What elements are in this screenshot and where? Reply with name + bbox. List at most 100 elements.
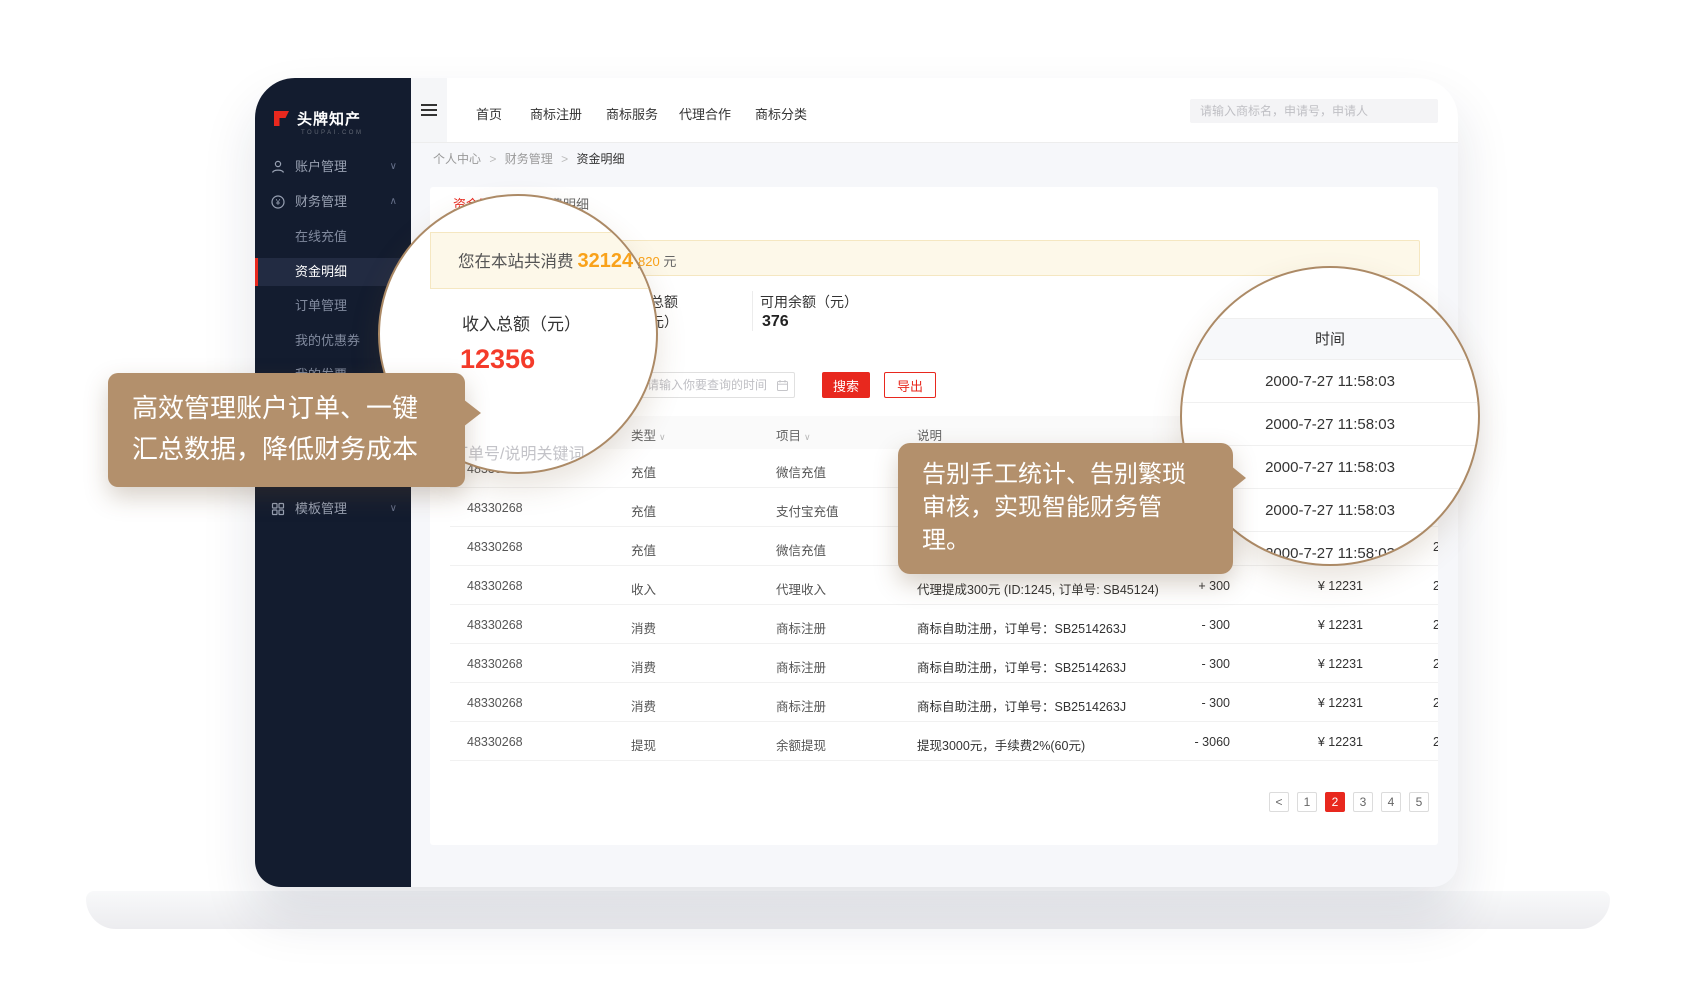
cell-type: 充值 — [631, 462, 656, 481]
logo-title: 头牌知产 — [297, 108, 361, 129]
sort-caret-icon: ∨ — [659, 432, 666, 442]
cell-type: 充值 — [631, 540, 656, 559]
magnified-time-header: 时间 — [1182, 318, 1478, 360]
cell-project: 商标注册 — [776, 696, 826, 715]
cell-type: 充值 — [631, 501, 656, 520]
logo: 头牌知产 — [271, 108, 361, 129]
cell-amount: + 300 — [1110, 579, 1230, 593]
cell-time: 2000-7-27 11:58:03 — [1433, 618, 1438, 632]
page-button[interactable]: 4 — [1381, 792, 1401, 812]
cell-order: 48330268 — [467, 657, 523, 671]
table-row: 48330268 消费 商标注册 商标自助注册，订单号：SB2514263J -… — [430, 683, 1438, 722]
magnified-time-cell: 2000-7-27 11:58:03 — [1182, 360, 1478, 403]
nav-item-tm-service[interactable]: 商标服务 — [606, 104, 658, 123]
sidebar-item-account[interactable]: 账户管理 ∨ — [255, 153, 411, 181]
cell-time: 2000-7-27 11:58:03 — [1433, 735, 1438, 749]
cell-desc: 商标自助注册，订单号：SB2514263J — [917, 618, 1126, 637]
table-row: 48330268 提现 余额提现 提现3000元，手续费2%(60元) - 30… — [430, 722, 1438, 761]
table-row: 48330268 消费 商标注册 商标自助注册，订单号：SB2514263J -… — [430, 644, 1438, 683]
cell-balance: ¥ 12231 — [1243, 735, 1363, 749]
cell-balance: ¥ 12231 — [1243, 696, 1363, 710]
cell-desc: 商标自助注册，订单号：SB2514263J — [917, 696, 1126, 715]
cell-project: 余额提现 — [776, 735, 826, 754]
cell-type: 消费 — [631, 696, 656, 715]
cell-order: 48330268 — [467, 735, 523, 749]
cell-amount: - 300 — [1110, 696, 1230, 710]
th-type[interactable]: 类型∨ — [631, 425, 666, 444]
cell-project: 商标注册 — [776, 657, 826, 676]
nav-item-agency[interactable]: 代理合作 — [679, 104, 731, 123]
callout-right: 告别手工统计、告别繁琐 审核，实现智能财务管 理。 — [898, 443, 1233, 574]
magnified-consumption-amount: 32124 — [578, 250, 634, 272]
income-value: 12356 — [460, 344, 535, 375]
magnified-keyword-placeholder: 订单号/说明关键词 — [452, 440, 584, 464]
callout-left: 高效管理账户订单、一键 汇总数据，降低财务成本 — [108, 373, 465, 487]
search-input[interactable] — [1190, 99, 1438, 123]
date-query-input[interactable] — [638, 372, 795, 398]
nav-item-tm-register[interactable]: 商标注册 — [530, 104, 582, 123]
th-project[interactable]: 项目∨ — [776, 425, 811, 444]
template-icon — [270, 501, 286, 517]
callout-line: 告别手工统计、告别繁琐 — [922, 458, 1233, 491]
pagination: < 1 2 3 4 5 — [1269, 792, 1429, 812]
search-button[interactable]: 搜索 — [822, 372, 870, 398]
sidebar-item-finance[interactable]: ¥ 财务管理 ∧ — [255, 188, 411, 216]
logo-flag-icon — [271, 110, 291, 127]
calendar-icon — [776, 379, 789, 392]
callout-right-arrow — [1230, 465, 1246, 491]
logo-subtitle: TOUPAI.COM — [301, 130, 363, 136]
magnified-time-cell: 2000-7-27 11:58:03 — [1182, 403, 1478, 446]
hamburger-menu-icon[interactable] — [421, 104, 437, 119]
cell-amount: - 300 — [1110, 618, 1230, 632]
chevron-up-icon: ∧ — [390, 188, 397, 216]
cell-order: 48330268 — [467, 696, 523, 710]
th-desc: 说明 — [917, 425, 942, 444]
cell-time: 2000-7-27 11:58:03 — [1433, 657, 1438, 671]
callout-line: 理。 — [922, 524, 1233, 557]
income-label: 收入总额（元） — [462, 310, 581, 335]
balance-label: 可用余额（元） — [760, 292, 858, 312]
cell-type: 消费 — [631, 657, 656, 676]
callout-left-arrow — [463, 399, 481, 427]
chevron-down-icon: ∨ — [390, 495, 397, 523]
cell-type: 消费 — [631, 618, 656, 637]
cell-time: 2000-7-27 11:58:03 — [1433, 696, 1438, 710]
cell-project: 代理收入 — [776, 579, 826, 598]
cell-desc: 商标自助注册，订单号：SB2514263J — [917, 657, 1126, 676]
sidebar-item-online-recharge[interactable]: 在线充值 — [255, 223, 411, 251]
export-button[interactable]: 导出 — [884, 372, 936, 398]
nav-item-home[interactable]: 首页 — [476, 104, 502, 123]
cell-project: 支付宝充值 — [776, 501, 839, 520]
page-button[interactable]: 1 — [1297, 792, 1317, 812]
cell-balance: ¥ 12231 — [1243, 657, 1363, 671]
stat-divider — [752, 291, 753, 331]
cell-order: 48330268 — [467, 579, 523, 593]
user-icon — [270, 159, 286, 175]
table-row: 48330268 消费 商标注册 商标自助注册，订单号：SB2514263J -… — [430, 605, 1438, 644]
cell-project: 微信充值 — [776, 540, 826, 559]
callout-line: 汇总数据，降低财务成本 — [132, 429, 465, 470]
cell-desc: 提现3000元，手续费2%(60元) — [917, 735, 1085, 754]
cell-project: 商标注册 — [776, 618, 826, 637]
cell-amount: - 3060 — [1110, 735, 1230, 749]
prev-page-button[interactable]: < — [1269, 792, 1289, 812]
balance-value: 376 — [762, 313, 789, 331]
cell-order: 48330268 — [467, 618, 523, 632]
breadcrumb: 个人中心 > 财务管理 > 资金明细 — [433, 150, 624, 167]
chevron-down-icon: ∨ — [390, 153, 397, 181]
cell-type: 提现 — [631, 735, 656, 754]
cell-order: 48330268 — [467, 540, 523, 554]
cell-balance: ¥ 12231 — [1243, 579, 1363, 593]
page-button[interactable]: 5 — [1409, 792, 1429, 812]
finance-icon: ¥ — [270, 194, 286, 210]
sidebar-item-template[interactable]: 模板管理 ∨ — [255, 495, 411, 523]
cell-type: 收入 — [631, 579, 656, 598]
magnified-banner-text: 您在本站共消费32124元 — [458, 248, 654, 273]
svg-text:¥: ¥ — [275, 198, 281, 207]
nav-item-tm-category[interactable]: 商标分类 — [755, 104, 807, 123]
cell-time: 2000-7-27 11:58:03 — [1433, 579, 1438, 593]
sort-caret-icon: ∨ — [804, 432, 811, 442]
page-button[interactable]: 2 — [1325, 792, 1345, 812]
page-button[interactable]: 3 — [1353, 792, 1373, 812]
cell-amount: - 300 — [1110, 657, 1230, 671]
